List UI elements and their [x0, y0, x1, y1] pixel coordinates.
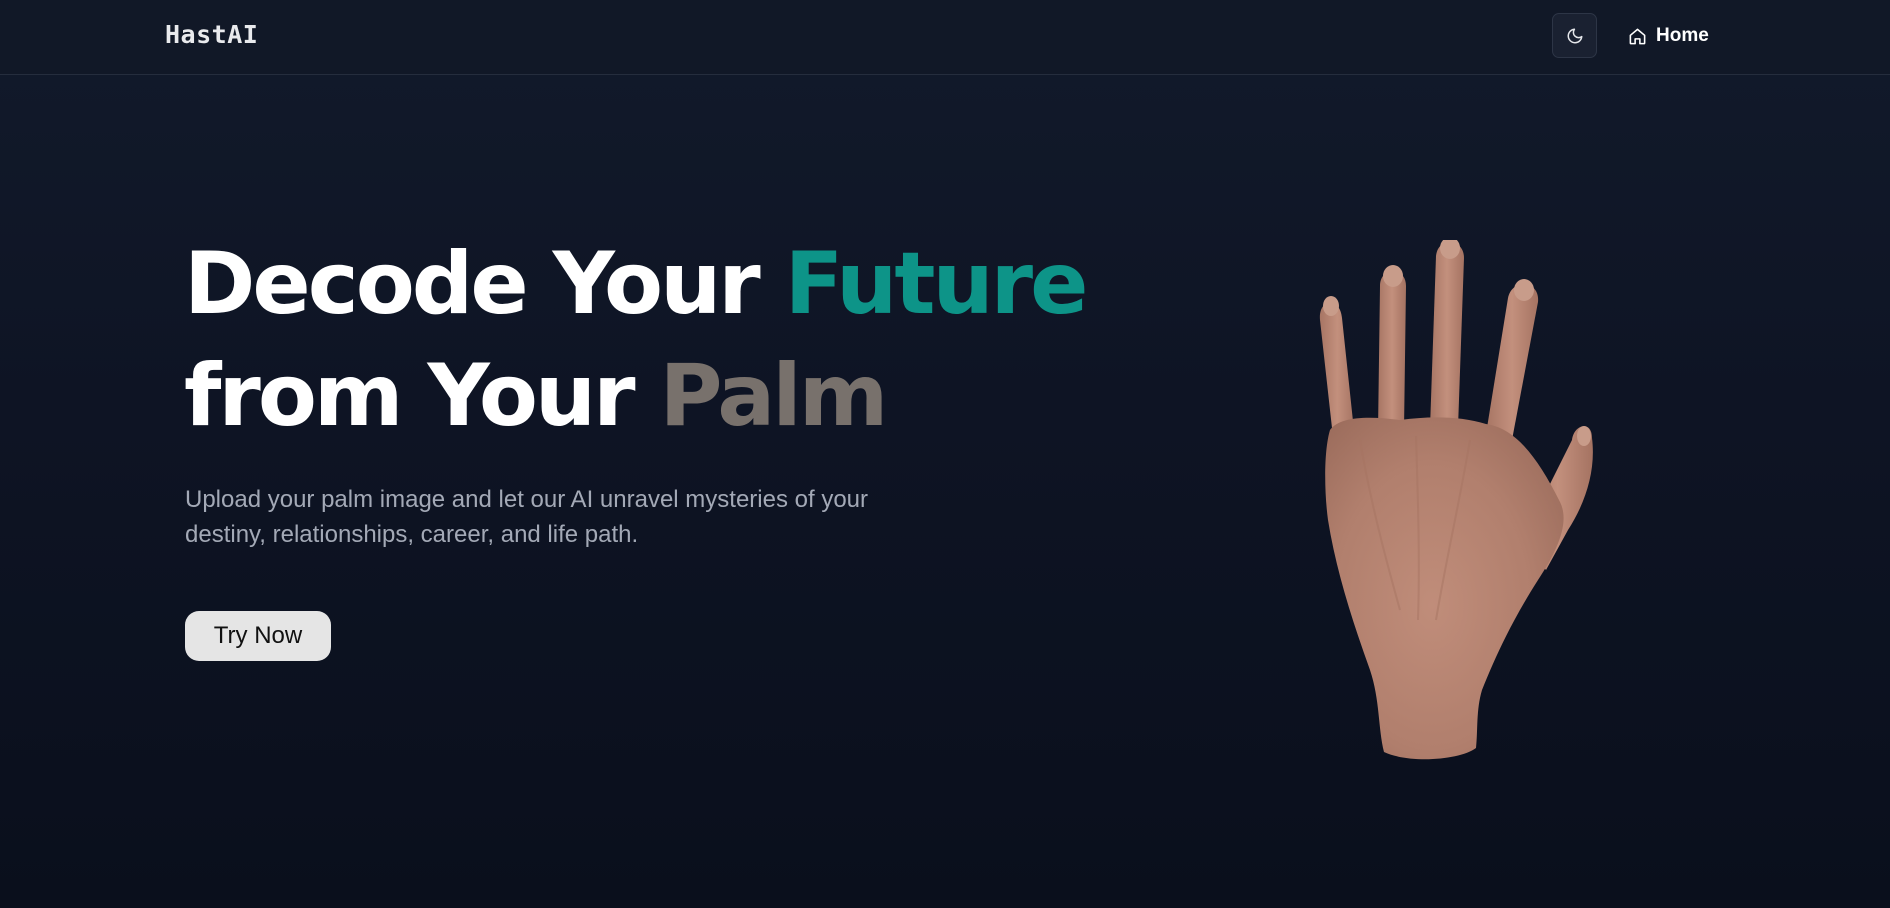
hero-title: Decode Your Future from Your Palm	[184, 228, 1089, 452]
try-now-button[interactable]: Try Now	[185, 611, 331, 661]
top-nav-bar: HastAI Home	[0, 0, 1890, 75]
hero-title-text: Decode Your	[184, 234, 785, 334]
home-icon	[1629, 28, 1646, 44]
brand-logo[interactable]: HastAI	[165, 20, 258, 49]
nav-home-label: Home	[1656, 25, 1709, 46]
hero-title-accent-palm: Palm	[659, 346, 889, 446]
nav-home-link[interactable]: Home	[1628, 22, 1709, 50]
hero-title-text: from Your	[184, 346, 660, 446]
moon-icon	[1567, 28, 1582, 43]
hero-title-line1: Decode Your Future	[184, 234, 1089, 334]
hand-illustration	[1319, 240, 1593, 760]
hero-title-line2: from Your Palm	[184, 346, 889, 446]
hero-title-accent-future: Future	[784, 234, 1089, 334]
hero-subtitle: Upload your palm image and let our AI un…	[185, 486, 869, 548]
theme-toggle-button[interactable]	[1552, 13, 1597, 58]
